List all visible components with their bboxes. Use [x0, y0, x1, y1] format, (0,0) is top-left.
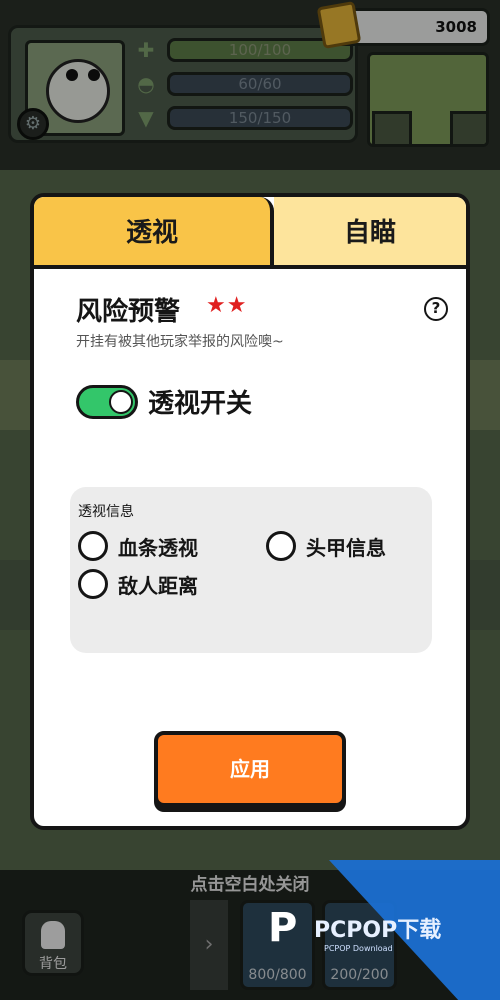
- risk-warning-title: 风险预警: [76, 297, 181, 327]
- toggle-knob: [109, 390, 133, 414]
- option-label: 敌人距离: [118, 574, 198, 598]
- tab-bar: 透视 自瞄: [34, 197, 466, 269]
- esp-info-panel: 透视信息 血条透视 头甲信息 敌人距离: [70, 487, 432, 653]
- apply-button[interactable]: 应用: [154, 731, 346, 807]
- radio-circle[interactable]: [266, 531, 296, 561]
- risk-description: 开挂有被其他玩家举报的风险噢~: [76, 334, 284, 350]
- option-label: 头甲信息: [306, 536, 386, 560]
- help-icon[interactable]: ?: [424, 297, 448, 321]
- tab-aimbot[interactable]: 自瞄: [274, 197, 466, 269]
- risk-stars: ★★: [206, 293, 248, 318]
- watermark-logo-icon: P: [268, 905, 298, 951]
- cheat-settings-dialog: 透视 自瞄 风险预警 ★★ ? 开挂有被其他玩家举报的风险噢~ 透视开关 透视信…: [30, 193, 470, 830]
- option-helmet-armor[interactable]: 头甲信息: [266, 531, 426, 561]
- tab-divider: [34, 265, 274, 269]
- option-label: 血条透视: [118, 536, 198, 560]
- radio-circle[interactable]: [78, 531, 108, 561]
- watermark-text: PCPOP下载: [314, 918, 442, 943]
- watermark-subtext: PCPOP Download: [324, 944, 393, 953]
- radio-circle[interactable]: [78, 569, 108, 599]
- option-health-bar[interactable]: 血条透视: [78, 531, 248, 561]
- esp-toggle[interactable]: [76, 385, 138, 419]
- esp-info-title: 透视信息: [78, 504, 134, 520]
- tab-esp[interactable]: 透视: [34, 197, 274, 269]
- option-enemy-distance[interactable]: 敌人距离: [78, 569, 248, 599]
- esp-toggle-label: 透视开关: [148, 389, 253, 419]
